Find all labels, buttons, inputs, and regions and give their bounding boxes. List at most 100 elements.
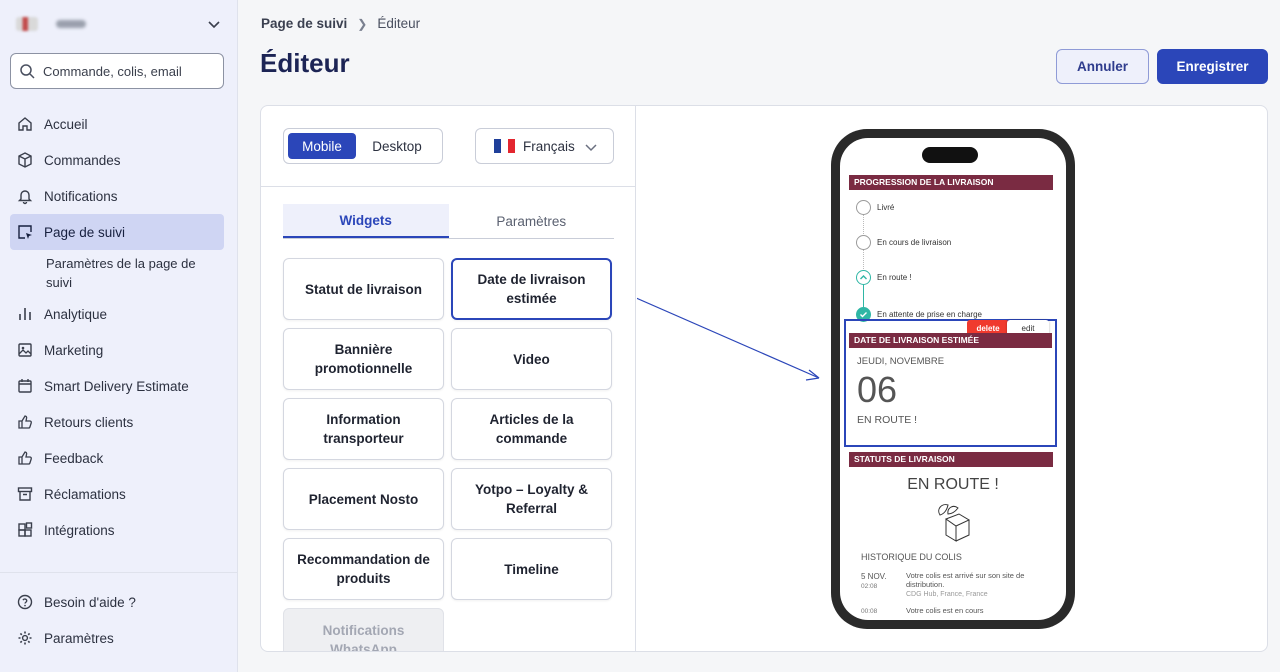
tab-widgets[interactable]: Widgets bbox=[283, 204, 449, 238]
cancel-button[interactable]: Annuler bbox=[1056, 49, 1149, 84]
progress-connector bbox=[863, 249, 864, 269]
sidebar-item-accueil[interactable]: Accueil bbox=[10, 106, 224, 142]
search-input[interactable] bbox=[43, 63, 213, 79]
phone-screen: PROGRESSION DE LA LIVRAISON Livré En cou… bbox=[840, 138, 1066, 620]
status-big-text: EN ROUTE ! bbox=[907, 476, 999, 493]
thumbs-up-icon bbox=[18, 415, 32, 429]
sidebar-item-label: Page de suivi bbox=[44, 224, 126, 240]
phone-notch bbox=[922, 147, 978, 163]
gear-icon bbox=[18, 631, 32, 645]
sidebar-item-label: Retours clients bbox=[44, 414, 134, 430]
widget-recommandation-produits[interactable]: Recommandation de produits bbox=[283, 538, 444, 600]
mobile-preview: PROGRESSION DE LA LIVRAISON Livré En cou… bbox=[637, 106, 1267, 651]
history-title: HISTORIQUE DU COLIS bbox=[861, 552, 962, 562]
sidebar-item-retours-clients[interactable]: Retours clients bbox=[10, 404, 224, 440]
calendar-icon bbox=[18, 379, 32, 393]
sidebar: Accueil Commandes Notifications Page de … bbox=[0, 0, 238, 672]
editor-card: Mobile Desktop Français Widgets Paramètr… bbox=[260, 105, 1268, 652]
widget-video[interactable]: Video bbox=[451, 328, 612, 390]
sidebar-item-label: Paramètres de la page de suivi bbox=[46, 256, 196, 290]
history-time: 00:08 bbox=[861, 608, 878, 615]
search-icon bbox=[20, 64, 35, 79]
sidebar-item-label: Smart Delivery Estimate bbox=[44, 378, 189, 394]
chevron-down-icon[interactable] bbox=[206, 16, 222, 32]
workspace-name bbox=[56, 20, 86, 28]
widget-notifications-whatsapp: Notifications WhatsApp bbox=[283, 608, 444, 651]
step-label: En route ! bbox=[877, 272, 912, 282]
sidebar-item-feedback[interactable]: Feedback bbox=[10, 440, 224, 476]
sidebar-item-commandes[interactable]: Commandes bbox=[10, 142, 224, 178]
sidebar-item-label: Accueil bbox=[44, 116, 88, 132]
language-value: Français bbox=[523, 138, 575, 154]
home-icon bbox=[18, 117, 32, 131]
cursor-page-icon bbox=[18, 225, 32, 239]
widget-articles-commande[interactable]: Articles de la commande bbox=[451, 398, 612, 460]
search-box[interactable] bbox=[10, 53, 224, 89]
view-toggle: Mobile Desktop bbox=[283, 128, 443, 164]
sidebar-subitem-tracking-settings[interactable]: Paramètres de la page de suivi bbox=[10, 250, 224, 296]
breadcrumb-current: Éditeur bbox=[377, 16, 421, 31]
save-button[interactable]: Enregistrer bbox=[1157, 49, 1268, 84]
puzzle-icon bbox=[18, 522, 33, 537]
sidebar-item-label: Commandes bbox=[44, 152, 121, 168]
sidebar-item-notifications[interactable]: Notifications bbox=[10, 178, 224, 214]
widget-information-transporteur[interactable]: Information transporteur bbox=[283, 398, 444, 460]
step-label: Livré bbox=[877, 202, 895, 212]
bell-icon bbox=[17, 190, 33, 205]
history-date: 5 NOV. bbox=[861, 572, 887, 581]
mobile-view-button[interactable]: Mobile bbox=[288, 133, 356, 159]
sidebar-item-reclamations[interactable]: Réclamations bbox=[10, 476, 224, 512]
widget-panel: Mobile Desktop Français Widgets Paramètr… bbox=[261, 106, 636, 651]
widget-placement-nosto[interactable]: Placement Nosto bbox=[283, 468, 444, 530]
sidebar-item-help[interactable]: Besoin d'aide ? bbox=[10, 584, 227, 620]
widget-banniere-promotionnelle[interactable]: Bannière promotionnelle bbox=[283, 328, 444, 390]
sidebar-nav: Accueil Commandes Notifications Page de … bbox=[10, 106, 224, 548]
sidebar-item-analytique[interactable]: Analytique bbox=[10, 296, 224, 332]
sidebar-item-label: Paramètres bbox=[44, 630, 114, 646]
estimate-day: JEUDI, NOVEMBRE bbox=[857, 356, 945, 367]
sidebar-item-smart-delivery-estimate[interactable]: Smart Delivery Estimate bbox=[10, 368, 224, 404]
history-text: Votre colis est arrivé sur son site de d… bbox=[906, 571, 1025, 589]
sidebar-item-label: Analytique bbox=[44, 306, 108, 322]
language-select[interactable]: Français bbox=[475, 128, 614, 164]
chevron-down-icon bbox=[585, 144, 597, 152]
estimate-status: EN ROUTE ! bbox=[857, 414, 918, 426]
breadcrumb-link[interactable]: Page de suivi bbox=[261, 16, 347, 31]
sidebar-footer: Besoin d'aide ? Paramètres bbox=[0, 572, 237, 656]
thumbs-up-icon bbox=[18, 451, 32, 465]
page-title: Éditeur bbox=[260, 48, 350, 78]
editor-toolbar: Mobile Desktop Français bbox=[261, 106, 636, 187]
sidebar-item-label: Besoin d'aide ? bbox=[44, 594, 136, 610]
sidebar-item-label: Marketing bbox=[44, 342, 104, 358]
progress-section-title: PROGRESSION DE LA LIVRAISON bbox=[849, 175, 1053, 190]
widget-statut-livraison[interactable]: Statut de livraison bbox=[283, 258, 444, 320]
progress-connector-active bbox=[863, 284, 864, 307]
sidebar-item-label: Réclamations bbox=[44, 486, 126, 502]
archive-icon bbox=[17, 487, 33, 501]
status-section-title: STATUTS DE LIVRAISON bbox=[849, 452, 1053, 467]
desktop-view-button[interactable]: Desktop bbox=[356, 133, 438, 159]
step-label: En cours de livraison bbox=[877, 237, 952, 247]
sidebar-item-settings[interactable]: Paramètres bbox=[10, 620, 227, 656]
progress-step: Livré bbox=[856, 199, 894, 215]
estimate-section-title: DATE DE LIVRAISON ESTIMÉE bbox=[849, 333, 1052, 348]
help-icon bbox=[17, 594, 33, 610]
sidebar-item-integrations[interactable]: Intégrations bbox=[10, 512, 224, 548]
estimated-date-block[interactable]: delete edit DATE DE LIVRAISON ESTIMÉE JE… bbox=[844, 319, 1057, 447]
widget-timeline[interactable]: Timeline bbox=[451, 538, 612, 600]
step-current-icon bbox=[856, 269, 871, 285]
france-flag-icon bbox=[494, 139, 515, 153]
phone-frame: PROGRESSION DE LA LIVRAISON Livré En cou… bbox=[831, 129, 1075, 629]
package-icon bbox=[938, 504, 971, 542]
sidebar-item-page-de-suivi[interactable]: Page de suivi bbox=[10, 214, 224, 250]
widget-date-livraison-estimee[interactable]: Date de livraison estimée bbox=[451, 258, 612, 320]
sidebar-item-label: Feedback bbox=[44, 450, 104, 466]
widget-yotpo-loyalty[interactable]: Yotpo – Loyalty & Referral bbox=[451, 468, 612, 530]
sidebar-item-marketing[interactable]: Marketing bbox=[10, 332, 224, 368]
history-text: Votre colis est en cours bbox=[906, 606, 984, 615]
workspace-switcher[interactable] bbox=[16, 12, 222, 36]
tab-parametres[interactable]: Paramètres bbox=[449, 204, 615, 238]
chevron-right-icon: ❯ bbox=[357, 16, 368, 31]
bar-chart-icon bbox=[19, 308, 31, 320]
sidebar-item-label: Notifications bbox=[44, 188, 118, 204]
